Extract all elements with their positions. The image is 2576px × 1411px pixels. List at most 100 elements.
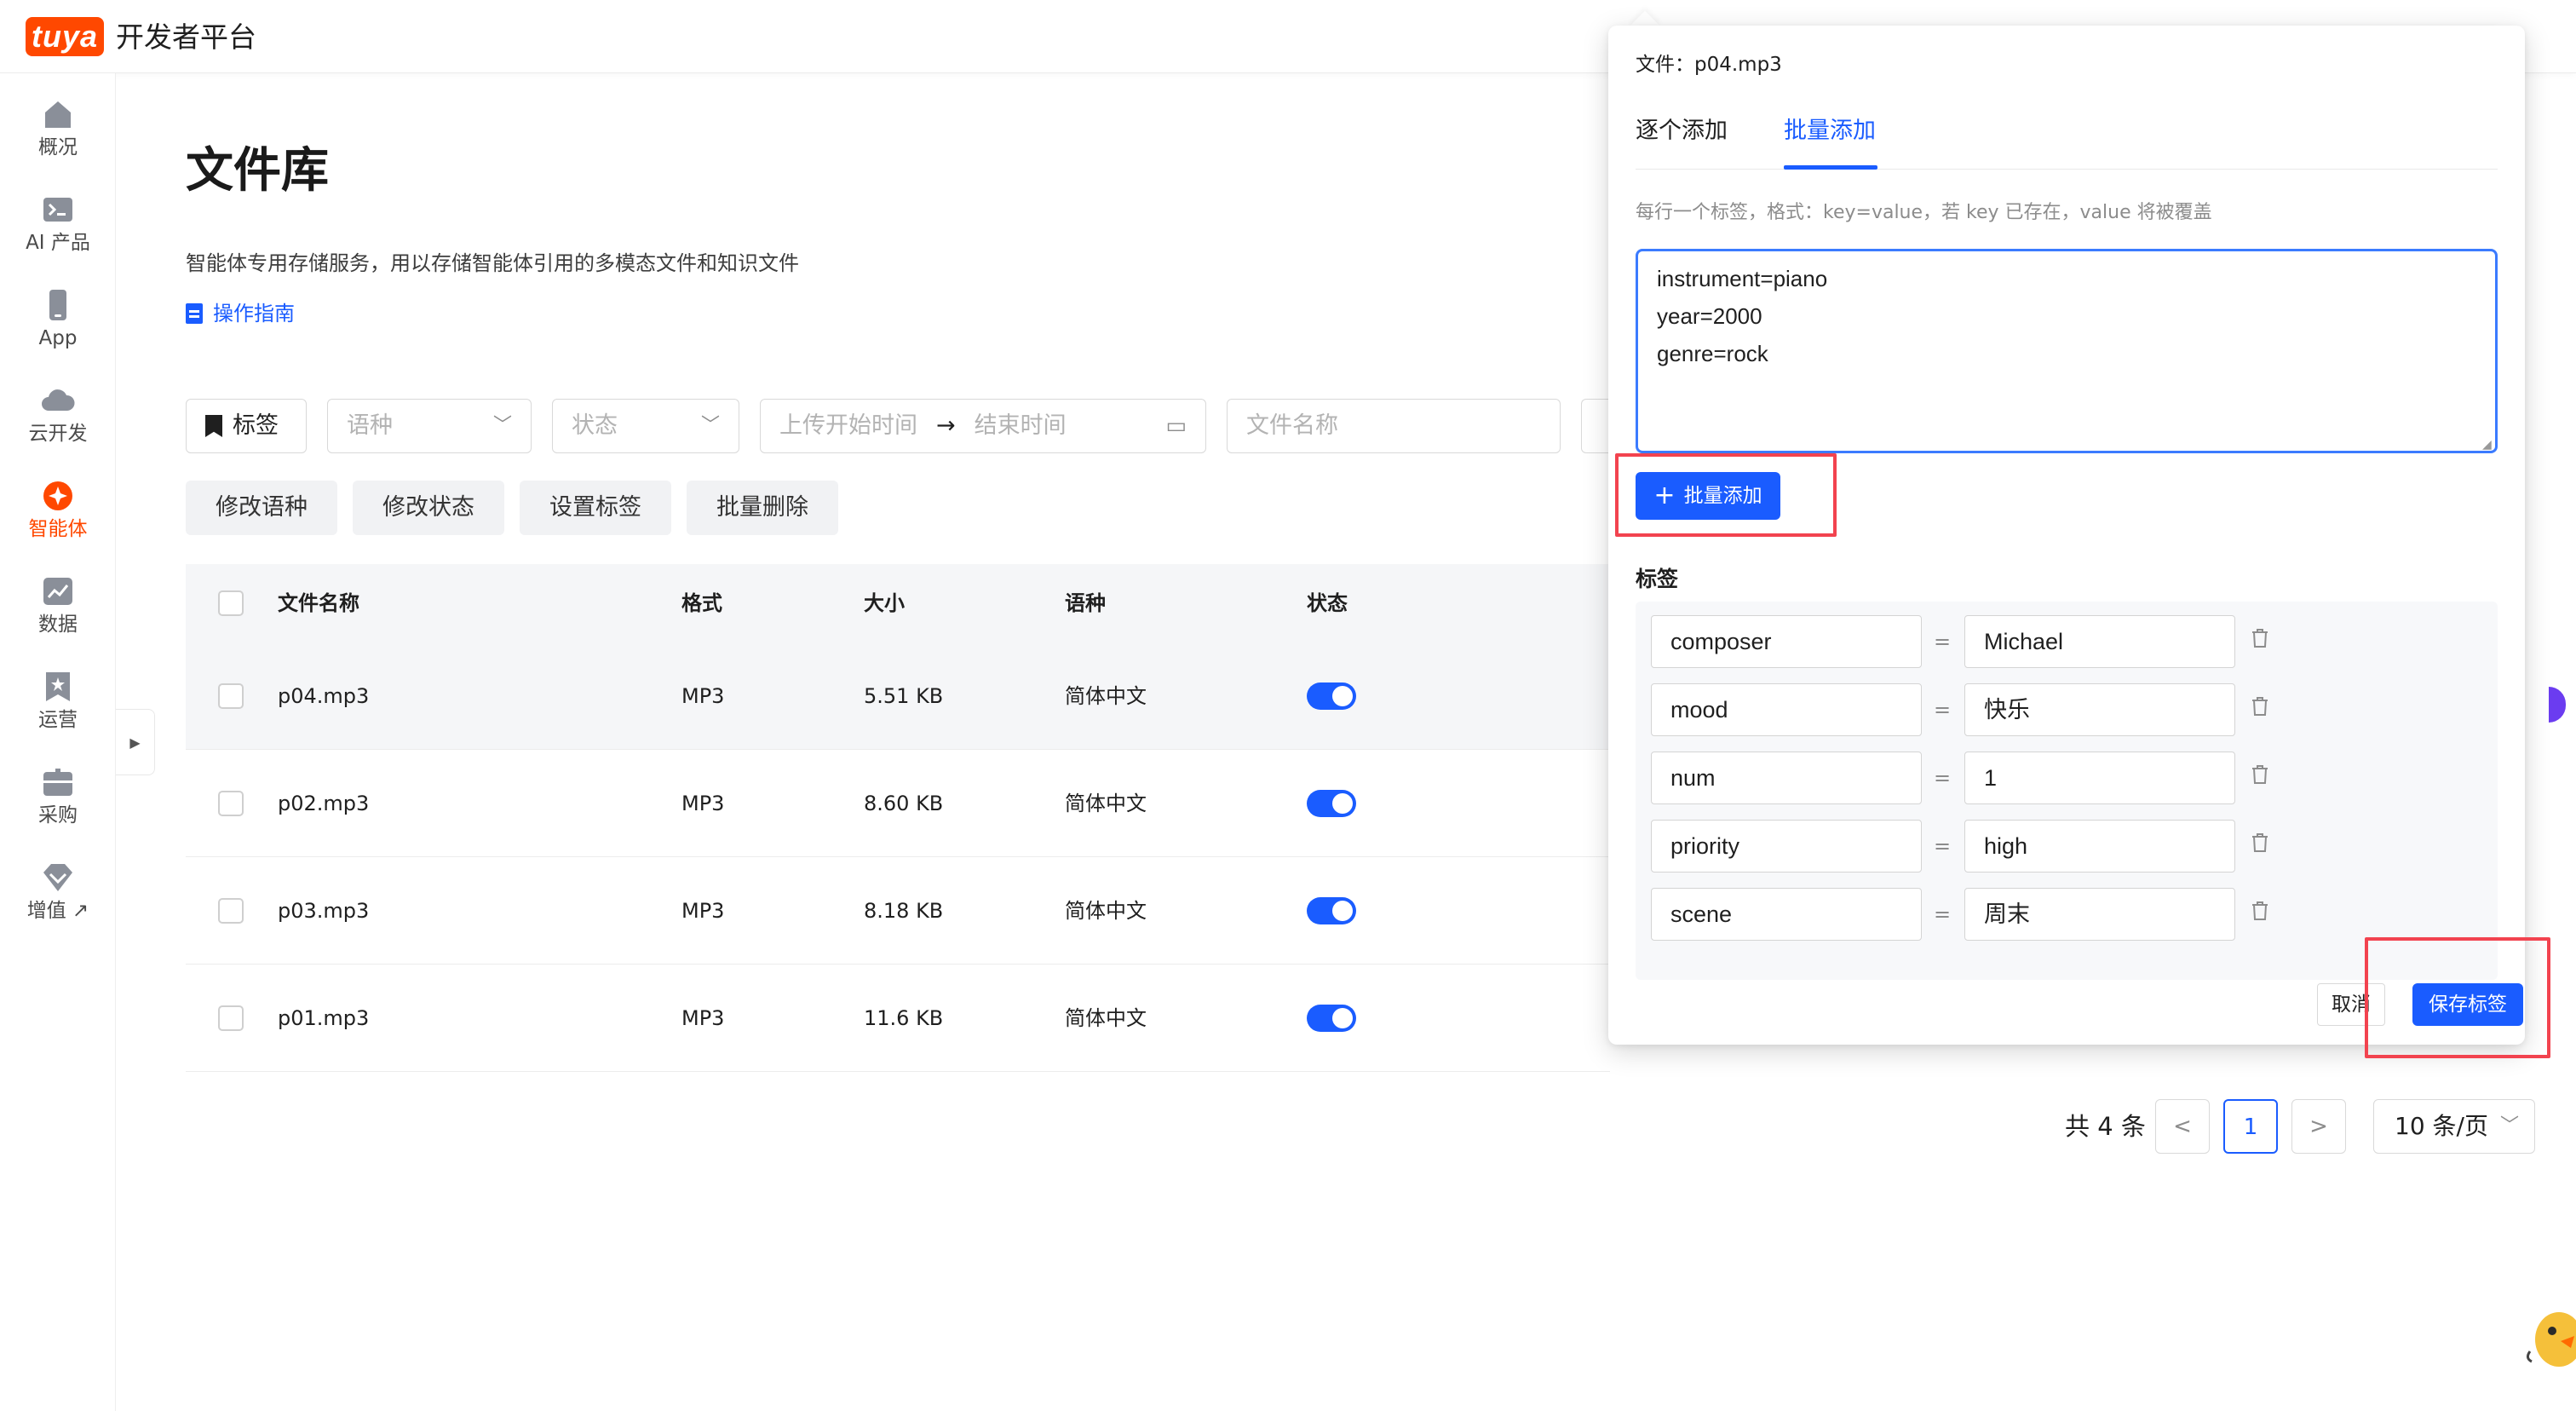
tag-key-input[interactable]: priority: [1651, 820, 1922, 873]
sidebar-item-label: App: [38, 327, 78, 349]
cell-filename: p02.mp3: [278, 792, 370, 815]
sidebar-item-label: 智能体: [28, 518, 88, 540]
equals-sign: =: [1934, 902, 1952, 926]
tuya-logo[interactable]: tuya: [26, 17, 104, 56]
trash-icon[interactable]: [2251, 627, 2269, 649]
page-title: 文件库: [186, 143, 329, 199]
cell-size: 8.18 KB: [864, 899, 944, 923]
cell-language: 简体中文: [1065, 792, 1147, 815]
status-toggle[interactable]: [1307, 682, 1356, 710]
sidebar-item-ai-product[interactable]: AI 产品: [0, 193, 116, 256]
tag-key-input[interactable]: mood: [1651, 683, 1922, 736]
row-checkbox[interactable]: [218, 791, 244, 816]
agent-icon: [43, 481, 72, 510]
cell-language: 简体中文: [1065, 899, 1147, 923]
tags-list: composer = Michael mood = 快乐 num = 1 pri…: [1636, 602, 2498, 980]
status-toggle[interactable]: [1307, 897, 1356, 924]
chevron-down-icon: ﹀: [2499, 1115, 2519, 1137]
modify-status-button[interactable]: 修改状态: [353, 481, 504, 535]
arrow-right-icon: →: [936, 412, 956, 439]
cell-language: 简体中文: [1065, 684, 1147, 708]
cell-size: 5.51 KB: [864, 684, 944, 708]
popover-file-label: 文件：p04.mp3: [1636, 54, 1782, 76]
column-header-status: 状态: [1307, 591, 1348, 615]
tag-value-input[interactable]: high: [1964, 820, 2235, 873]
sidebar-item-data[interactable]: 数据: [0, 574, 116, 637]
tag-key-input[interactable]: scene: [1651, 888, 1922, 941]
equals-sign: =: [1934, 630, 1952, 654]
pagination-prev-button[interactable]: <: [2155, 1099, 2210, 1154]
row-checkbox[interactable]: [218, 898, 244, 924]
column-header-filename: 文件名称: [278, 591, 359, 615]
equals-sign: =: [1934, 834, 1952, 858]
pagination-next-button[interactable]: >: [2291, 1099, 2346, 1154]
start-time-placeholder: 上传开始时间: [779, 412, 917, 439]
select-all-checkbox[interactable]: [218, 590, 244, 616]
table-row[interactable]: p01.mp3 MP3 11.6 KB 简体中文: [186, 965, 1610, 1072]
modify-language-button[interactable]: 修改语种: [186, 481, 337, 535]
chart-icon: [43, 578, 72, 605]
column-header-format: 格式: [681, 591, 722, 615]
tag-filter-button[interactable]: 标签: [186, 399, 307, 453]
trash-icon[interactable]: [2251, 832, 2269, 854]
cell-format: MP3: [681, 792, 725, 815]
assistant-side-tab[interactable]: [2549, 687, 2566, 723]
sidebar-item-label: 数据: [38, 613, 78, 636]
status-select[interactable]: 状态 ﹀: [552, 399, 739, 453]
sidebar-toggle-button[interactable]: ▶: [116, 709, 155, 775]
tag-value-input[interactable]: Michael: [1964, 615, 2235, 668]
sidebar-item-cloud-dev[interactable]: 云开发: [0, 383, 116, 446]
tab-add-individually[interactable]: 逐个添加: [1636, 114, 1728, 148]
pagination-total: 共 4 条: [2065, 1112, 2146, 1141]
sidebar-item-overview[interactable]: 概况: [0, 97, 116, 160]
trash-icon[interactable]: [2251, 900, 2269, 922]
equals-sign: =: [1934, 698, 1952, 722]
phone-icon: [49, 290, 66, 320]
sidebar-item-operations[interactable]: 运营: [0, 670, 116, 733]
sidebar-item-agent[interactable]: 智能体: [0, 479, 116, 542]
sidebar-item-app[interactable]: App: [0, 288, 116, 351]
status-toggle[interactable]: [1307, 1005, 1356, 1032]
sidebar-item-label: AI 产品: [26, 232, 90, 254]
tag-key-input[interactable]: composer: [1651, 615, 1922, 668]
table-header: 文件名称 格式 大小 语种 状态: [186, 564, 1610, 642]
bookmark-icon: [205, 415, 222, 437]
resize-handle-icon[interactable]: ◢: [2482, 438, 2492, 452]
highlight-box-batch-add: [1615, 453, 1837, 537]
sidebar-item-value-added[interactable]: 增值 ↗: [0, 861, 116, 924]
batch-delete-button[interactable]: 批量删除: [687, 481, 838, 535]
guide-link[interactable]: 操作指南: [186, 300, 295, 327]
cell-filename: p04.mp3: [278, 684, 370, 708]
tag-value-input[interactable]: 1: [1964, 752, 2235, 804]
set-tags-button[interactable]: 设置标签: [520, 481, 671, 535]
table-row[interactable]: p02.mp3 MP3 8.60 KB 简体中文: [186, 750, 1610, 857]
calendar-icon: ▭: [1165, 413, 1187, 439]
trash-icon[interactable]: [2251, 695, 2269, 717]
language-select[interactable]: 语种 ﹀: [327, 399, 532, 453]
status-toggle[interactable]: [1307, 790, 1356, 817]
row-checkbox[interactable]: [218, 1005, 244, 1031]
tag-value-input[interactable]: 快乐: [1964, 683, 2235, 736]
language-select-placeholder: 语种: [347, 412, 393, 439]
document-icon: [186, 303, 203, 324]
tab-batch-add[interactable]: 批量添加: [1784, 114, 1876, 148]
chevron-down-icon: ﹀: [492, 415, 512, 436]
end-time-placeholder: 结束时间: [974, 412, 1067, 439]
cell-size: 11.6 KB: [864, 1006, 944, 1030]
row-checkbox[interactable]: [218, 683, 244, 709]
home-icon: [45, 101, 71, 128]
trash-icon[interactable]: [2251, 763, 2269, 786]
table-row[interactable]: p04.mp3 MP3 5.51 KB 简体中文: [186, 642, 1610, 750]
upload-time-range-picker[interactable]: 上传开始时间 → 结束时间 ▭: [760, 399, 1206, 453]
sidebar: 概况 AI 产品 App 云开发 智能体 数据 运营 采购 增值 ↗: [0, 73, 116, 1411]
batch-tags-textarea[interactable]: instrument=piano year=2000 genre=rock: [1636, 249, 2498, 453]
page-size-select[interactable]: 10 条/页 ﹀: [2373, 1099, 2535, 1154]
tag-key-input[interactable]: num: [1651, 752, 1922, 804]
pagination-page-1[interactable]: 1: [2223, 1099, 2278, 1154]
tag-value-input[interactable]: 周末: [1964, 888, 2235, 941]
sidebar-item-purchase[interactable]: 采购: [0, 765, 116, 828]
mascot-icon[interactable]: [2521, 1292, 2576, 1374]
tag-filter-label: 标签: [233, 412, 279, 439]
table-row[interactable]: p03.mp3 MP3 8.18 KB 简体中文: [186, 857, 1610, 965]
filename-search-input[interactable]: 文件名称: [1227, 399, 1561, 453]
